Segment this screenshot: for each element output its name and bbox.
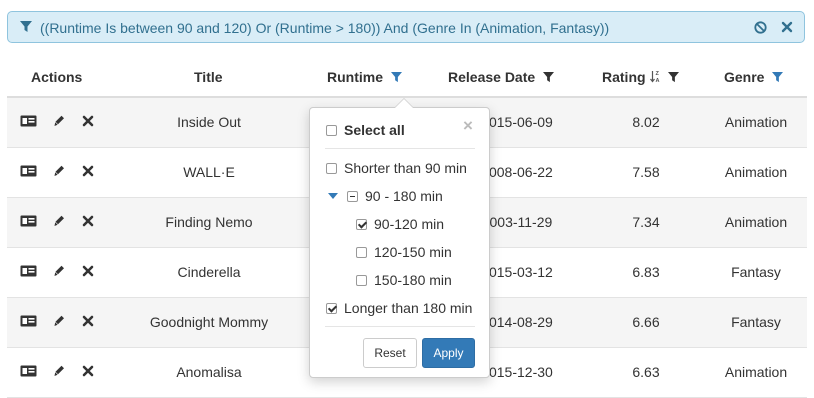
delete-icon[interactable]	[82, 315, 94, 327]
cell-title: WALL·E	[183, 164, 235, 180]
cell-release-date: 2003-11-29	[481, 214, 553, 230]
cell-rating: 7.58	[632, 164, 660, 180]
option-label: 90-120 min	[374, 216, 445, 232]
svg-text:Z: Z	[655, 71, 659, 77]
select-all-option[interactable]: Select all	[326, 122, 405, 138]
clear-filter-icon[interactable]	[781, 21, 793, 33]
divider	[325, 148, 475, 149]
edit-pencil-icon[interactable]	[54, 115, 65, 127]
delete-icon[interactable]	[82, 165, 94, 177]
option-group-90-180[interactable]: 90 - 180 min	[328, 188, 443, 204]
select-all-checkbox[interactable]	[326, 124, 337, 136]
option-shorter-than-90[interactable]: Shorter than 90 min	[326, 160, 467, 176]
funnel-icon	[20, 21, 32, 32]
option-label: 90 - 180 min	[365, 188, 443, 204]
option-checkbox[interactable]	[356, 274, 367, 286]
rating-filter-icon[interactable]	[667, 72, 679, 83]
cell-genre: Animation	[724, 364, 788, 380]
cell-rating: 6.63	[632, 364, 660, 380]
header-rating[interactable]: Rating Z A	[602, 69, 679, 85]
cell-rating: 6.66	[632, 314, 660, 330]
option-checkbox[interactable]	[356, 246, 367, 258]
header-rating-label: Rating	[602, 69, 646, 85]
header-actions: Actions	[31, 69, 83, 85]
header-genre[interactable]: Genre	[724, 69, 784, 85]
cell-rating: 7.34	[632, 214, 660, 230]
cell-genre: Animation	[724, 114, 788, 130]
edit-pencil-icon[interactable]	[54, 215, 65, 227]
runtime-filter-popup: × Select all Shorter than 90 min 90 - 18…	[309, 98, 490, 378]
option-checkbox[interactable]	[326, 162, 337, 174]
cell-release-date: 2015-06-09	[481, 114, 553, 130]
edit-pencil-icon[interactable]	[54, 265, 65, 277]
cell-title: Inside Out	[177, 114, 241, 130]
header-release-date[interactable]: Release Date	[448, 69, 555, 85]
divider	[325, 326, 475, 327]
apply-button[interactable]: Apply	[422, 338, 475, 368]
header-runtime[interactable]: Runtime	[327, 69, 402, 85]
delete-icon[interactable]	[82, 365, 94, 377]
details-card-icon[interactable]	[20, 115, 37, 127]
option-label: Longer than 180 min	[344, 300, 473, 316]
cell-title: Finding Nemo	[165, 214, 253, 230]
option-checkbox[interactable]	[326, 302, 337, 314]
cell-genre: Animation	[724, 214, 788, 230]
delete-icon[interactable]	[82, 265, 94, 277]
cell-genre: Fantasy	[731, 314, 781, 330]
expand-caret-icon[interactable]	[328, 193, 338, 199]
runtime-filter-icon[interactable]	[391, 72, 402, 83]
header-genre-label: Genre	[724, 69, 765, 85]
reset-button[interactable]: Reset	[363, 338, 417, 368]
delete-icon[interactable]	[82, 115, 94, 127]
details-card-icon[interactable]	[20, 365, 37, 377]
cell-title: Goodnight Mommy	[149, 314, 269, 330]
filter-expression-bar[interactable]: ((Runtime Is between 90 and 120) Or (Run…	[7, 11, 805, 43]
cell-release-date: 2008-06-22	[481, 164, 553, 180]
cell-release-date: 2015-12-30	[481, 364, 553, 380]
cell-title: Cinderella	[177, 264, 241, 280]
cell-release-date: 2014-08-29	[481, 314, 553, 330]
header-runtime-label: Runtime	[327, 69, 383, 85]
svg-text:A: A	[655, 78, 659, 83]
grid-header: Actions Title Runtime Release Date Ratin…	[7, 58, 807, 98]
option-120-150[interactable]: 120-150 min	[356, 244, 452, 260]
header-title[interactable]: Title	[194, 69, 223, 85]
sort-descending-icon: ZA	[649, 71, 659, 84]
details-card-icon[interactable]	[20, 215, 37, 227]
cell-rating: 6.83	[632, 264, 660, 280]
edit-pencil-icon[interactable]	[54, 315, 65, 327]
cell-genre: Animation	[724, 164, 788, 180]
header-release-date-label: Release Date	[448, 69, 536, 85]
release-date-filter-icon[interactable]	[543, 72, 555, 83]
option-checkbox[interactable]	[356, 218, 367, 230]
cell-genre: Fantasy	[731, 264, 781, 280]
popup-caret-inner	[395, 99, 413, 108]
option-label: 120-150 min	[374, 244, 452, 260]
option-longer-than-180[interactable]: Longer than 180 min	[326, 300, 472, 316]
option-label: Shorter than 90 min	[344, 160, 467, 176]
cell-release-date: 2015-03-12	[481, 264, 553, 280]
delete-icon[interactable]	[82, 215, 94, 227]
disable-filter-icon[interactable]	[754, 21, 767, 34]
option-checkbox[interactable]	[347, 190, 358, 202]
option-150-180[interactable]: 150-180 min	[356, 272, 452, 288]
close-icon[interactable]: ×	[463, 117, 473, 134]
cell-title: Anomalisa	[176, 364, 242, 380]
filter-expression-text: ((Runtime Is between 90 and 120) Or (Run…	[40, 20, 610, 36]
option-90-120[interactable]: 90-120 min	[356, 216, 444, 232]
option-label: 150-180 min	[374, 272, 452, 288]
select-all-label: Select all	[344, 122, 405, 138]
edit-pencil-icon[interactable]	[54, 165, 65, 177]
edit-pencil-icon[interactable]	[54, 365, 65, 377]
cell-rating: 8.02	[632, 114, 660, 130]
details-card-icon[interactable]	[20, 315, 37, 327]
details-card-icon[interactable]	[20, 165, 37, 177]
genre-filter-icon[interactable]	[772, 72, 784, 83]
details-card-icon[interactable]	[20, 265, 37, 277]
